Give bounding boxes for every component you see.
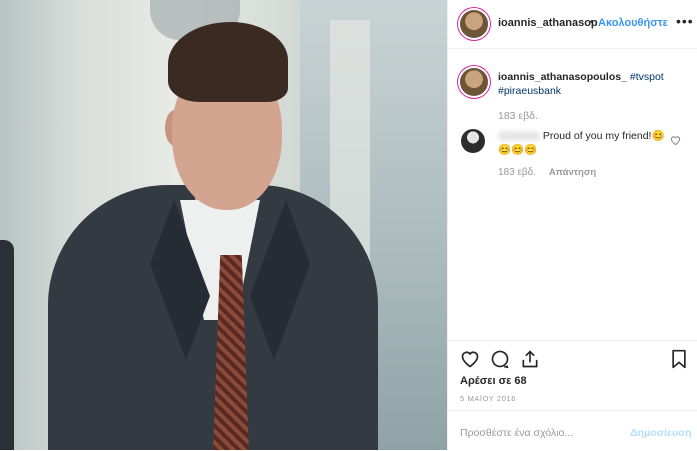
heart-icon[interactable] xyxy=(460,349,482,371)
photo-left-figure xyxy=(0,240,14,450)
header-username[interactable]: ioannis_athanasop xyxy=(498,17,598,29)
post-header: ioannis_athanasop • Ακολουθήστε ••• xyxy=(448,0,697,49)
comment-avatar[interactable] xyxy=(461,129,485,153)
caption-username[interactable]: ioannis_athanasopoulos_ xyxy=(498,71,627,83)
avatar[interactable] xyxy=(460,10,488,38)
reply-button[interactable]: Απάντηση xyxy=(549,167,596,178)
post-side-panel: ioannis_athanasop • Ακολουθήστε ••• ioan… xyxy=(447,0,697,450)
comment-icon[interactable] xyxy=(490,349,512,371)
comment-username-blurred[interactable] xyxy=(498,131,540,142)
likes-count[interactable]: Αρέσει σε 68 xyxy=(460,375,527,387)
comment-input[interactable]: Προσθέστε ένα σχόλιο... xyxy=(460,427,573,439)
hashtag-tvspot[interactable]: #tvspot xyxy=(630,71,664,83)
add-comment-bar: Προσθέστε ένα σχόλιο... Δημοσίευση xyxy=(448,410,697,451)
instagram-post: ioannis_athanasop • Ακολουθήστε ••• ioan… xyxy=(0,0,697,450)
more-options-icon[interactable]: ••• xyxy=(676,13,694,29)
post-comment-button[interactable]: Δημοσίευση xyxy=(630,427,692,439)
comment-meta: 183 εβδ. Απάντηση xyxy=(498,167,606,178)
header-separator: • xyxy=(590,16,594,28)
follow-button[interactable]: Ακολουθήστε xyxy=(598,17,668,29)
caption-avatar[interactable] xyxy=(460,68,488,96)
hashtag-piraeusbank[interactable]: #piraeusbank xyxy=(498,85,561,97)
comment-timestamp[interactable]: 183 εβδ. xyxy=(498,167,536,178)
caption-timestamp[interactable]: 183 εβδ. xyxy=(498,110,538,122)
heart-outline-icon[interactable] xyxy=(670,135,681,148)
photo-hair xyxy=(168,22,288,102)
share-icon[interactable] xyxy=(520,349,542,371)
post-date[interactable]: 5 ΜΑΪΟΥ 2016 xyxy=(460,394,516,403)
caption-text: ioannis_athanasopoulos_ #tvspot #piraeus… xyxy=(498,70,688,98)
comment-body: Proud of you my friend!😊😊😊😊 xyxy=(498,129,668,157)
bookmark-icon[interactable] xyxy=(670,349,692,371)
post-photo[interactable] xyxy=(0,0,447,450)
